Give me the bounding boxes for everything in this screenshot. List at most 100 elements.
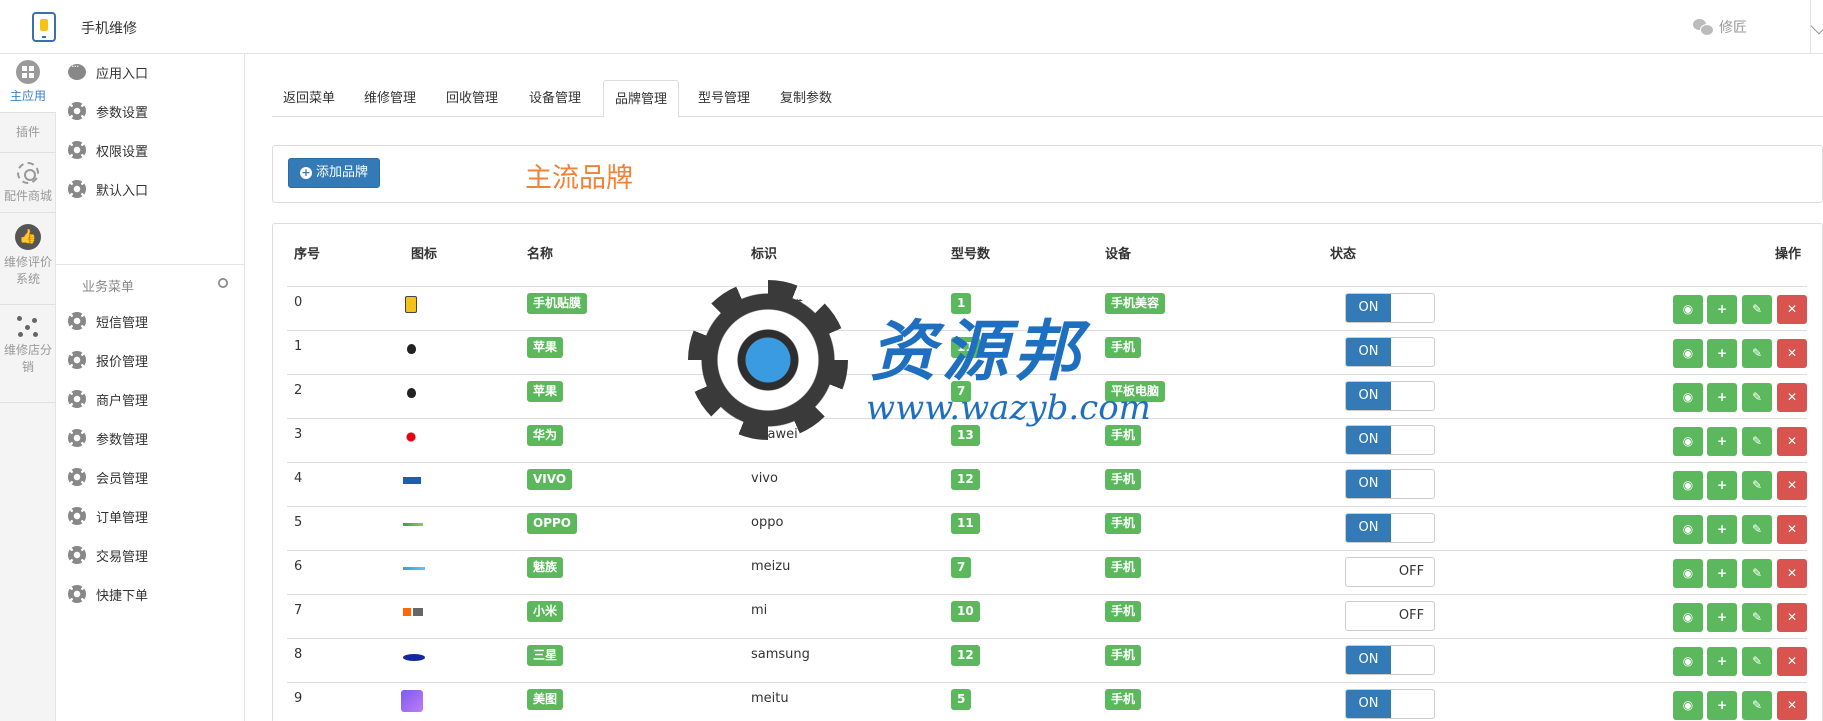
add-model-button[interactable]: + xyxy=(1707,559,1737,588)
add-model-button[interactable]: + xyxy=(1707,427,1737,456)
edit-button[interactable]: ✎ xyxy=(1742,471,1772,500)
tab-copy-params[interactable]: 复制参数 xyxy=(769,80,843,117)
toggle-knob xyxy=(1346,558,1391,586)
rail-item-plugins[interactable]: 插件 xyxy=(0,124,56,141)
sidebar-item-param-manage[interactable]: 参数管理 xyxy=(68,427,148,449)
rail-item-main[interactable]: 主应用 xyxy=(0,54,56,112)
view-button[interactable]: ◉ xyxy=(1673,383,1703,412)
delete-button[interactable]: ✕ xyxy=(1777,295,1807,324)
delete-button[interactable]: ✕ xyxy=(1777,691,1807,720)
device-label: 手机 xyxy=(1105,513,1142,534)
edit-button[interactable]: ✎ xyxy=(1742,295,1772,324)
sidebar-item-sms[interactable]: 短信管理 xyxy=(68,310,148,332)
delete-button[interactable]: ✕ xyxy=(1777,471,1807,500)
status-toggle[interactable]: OFF xyxy=(1345,557,1435,587)
status-toggle[interactable]: ON xyxy=(1345,513,1435,543)
add-model-button[interactable]: + xyxy=(1707,383,1737,412)
sidebar-item-app-entry[interactable]: 应用入口 xyxy=(68,60,148,83)
edit-button[interactable]: ✎ xyxy=(1742,647,1772,676)
add-model-button[interactable]: + xyxy=(1707,471,1737,500)
delete-button[interactable]: ✕ xyxy=(1777,647,1807,676)
rail-item-review[interactable]: 👍 维修评价系统 xyxy=(0,224,56,288)
edit-button[interactable]: ✎ xyxy=(1742,559,1772,588)
status-toggle[interactable]: OFF xyxy=(1345,601,1435,631)
eye-icon: ◉ xyxy=(1682,566,1694,580)
view-button[interactable]: ◉ xyxy=(1673,515,1703,544)
status-toggle[interactable]: ON xyxy=(1345,689,1435,719)
chevron-down-icon[interactable] xyxy=(1810,17,1823,35)
row-index: 7 xyxy=(294,603,303,618)
tab-back-menu[interactable]: 返回菜单 xyxy=(272,80,346,117)
sidebar-item-quote[interactable]: 报价管理 xyxy=(68,349,148,371)
rail-item-parts-mall[interactable]: 配件商城 xyxy=(0,162,56,205)
brand-code: ipad xyxy=(751,383,780,398)
view-button[interactable]: ◉ xyxy=(1673,295,1703,324)
status-toggle[interactable]: ON xyxy=(1345,645,1435,675)
sidebar-item-member[interactable]: 会员管理 xyxy=(68,466,148,488)
edit-icon: ✎ xyxy=(1751,302,1763,316)
tab-repair[interactable]: 维修管理 xyxy=(353,80,427,117)
sidebar-item-params[interactable]: 参数设置 xyxy=(68,100,148,122)
view-button[interactable]: ◉ xyxy=(1673,691,1703,720)
sidebar-item-orders[interactable]: 订单管理 xyxy=(68,505,148,527)
toggle-on-label: ON xyxy=(1346,338,1391,366)
add-model-button[interactable]: + xyxy=(1707,647,1737,676)
row-index: 4 xyxy=(294,471,303,486)
toggle-on-label: ON xyxy=(1346,470,1391,498)
sidebar-item-merchant[interactable]: 商户管理 xyxy=(68,388,148,410)
status-toggle[interactable]: ON xyxy=(1345,469,1435,499)
model-count-badge: 10 xyxy=(951,601,980,622)
delete-button[interactable]: ✕ xyxy=(1777,515,1807,544)
edit-button[interactable]: ✎ xyxy=(1742,515,1772,544)
tab-bar: 返回菜单 维修管理 回收管理 设备管理 品牌管理 型号管理 复制参数 xyxy=(272,80,1823,118)
gear-icon xyxy=(68,102,86,120)
delete-button[interactable]: ✕ xyxy=(1777,383,1807,412)
tab-brand[interactable]: 品牌管理 xyxy=(603,80,680,118)
add-model-button[interactable]: + xyxy=(1707,691,1737,720)
table-row: 4 VIVO vivo 12 手机 ON ◉ + ✎ ✕ xyxy=(287,462,1807,506)
model-count-badge: 11 xyxy=(951,337,980,358)
delete-button[interactable]: ✕ xyxy=(1777,603,1807,632)
user-menu[interactable]: 修匠 xyxy=(1693,17,1747,37)
delete-button[interactable]: ✕ xyxy=(1777,339,1807,368)
status-toggle[interactable]: ON xyxy=(1345,293,1435,323)
view-button[interactable]: ◉ xyxy=(1673,471,1703,500)
tab-device[interactable]: 设备管理 xyxy=(518,80,592,117)
view-button[interactable]: ◉ xyxy=(1673,339,1703,368)
model-count-badge: 7 xyxy=(951,557,972,578)
rail-item-label: 维修店分销 xyxy=(3,343,52,374)
samsung-icon xyxy=(403,654,425,661)
edit-button[interactable]: ✎ xyxy=(1742,383,1772,412)
add-model-button[interactable]: + xyxy=(1707,339,1737,368)
add-model-button[interactable]: + xyxy=(1707,515,1737,544)
close-icon: ✕ xyxy=(1786,522,1798,536)
edit-button[interactable]: ✎ xyxy=(1742,427,1772,456)
view-button[interactable]: ◉ xyxy=(1673,647,1703,676)
group-settings-icon[interactable] xyxy=(218,278,228,288)
delete-button[interactable]: ✕ xyxy=(1777,559,1807,588)
add-brand-button[interactable]: + 添加品牌 xyxy=(288,158,381,188)
edit-button[interactable]: ✎ xyxy=(1742,691,1772,720)
view-button[interactable]: ◉ xyxy=(1673,603,1703,632)
edit-icon: ✎ xyxy=(1751,698,1763,712)
tab-model[interactable]: 型号管理 xyxy=(687,80,761,117)
add-model-button[interactable]: + xyxy=(1707,295,1737,324)
rail-item-distribution[interactable]: 维修店分销 xyxy=(0,316,56,376)
status-toggle[interactable]: ON xyxy=(1345,425,1435,455)
sidebar-item-quick-order[interactable]: 快捷下单 xyxy=(68,583,148,605)
sidebar-item-permissions[interactable]: 权限设置 xyxy=(68,139,148,161)
plus-icon: + xyxy=(1716,698,1728,712)
delete-button[interactable]: ✕ xyxy=(1777,427,1807,456)
edit-button[interactable]: ✎ xyxy=(1742,603,1772,632)
view-button[interactable]: ◉ xyxy=(1673,427,1703,456)
view-button[interactable]: ◉ xyxy=(1673,559,1703,588)
status-toggle[interactable]: ON xyxy=(1345,381,1435,411)
edit-button[interactable]: ✎ xyxy=(1742,339,1772,368)
rail-divider xyxy=(0,402,56,403)
sidebar-item-transactions[interactable]: 交易管理 xyxy=(68,544,148,566)
tab-recycle[interactable]: 回收管理 xyxy=(435,80,509,117)
sidebar-item-default-entry[interactable]: 默认入口 xyxy=(68,178,148,200)
brand-code: iphone xyxy=(751,339,796,354)
status-toggle[interactable]: ON xyxy=(1345,337,1435,367)
add-model-button[interactable]: + xyxy=(1707,603,1737,632)
